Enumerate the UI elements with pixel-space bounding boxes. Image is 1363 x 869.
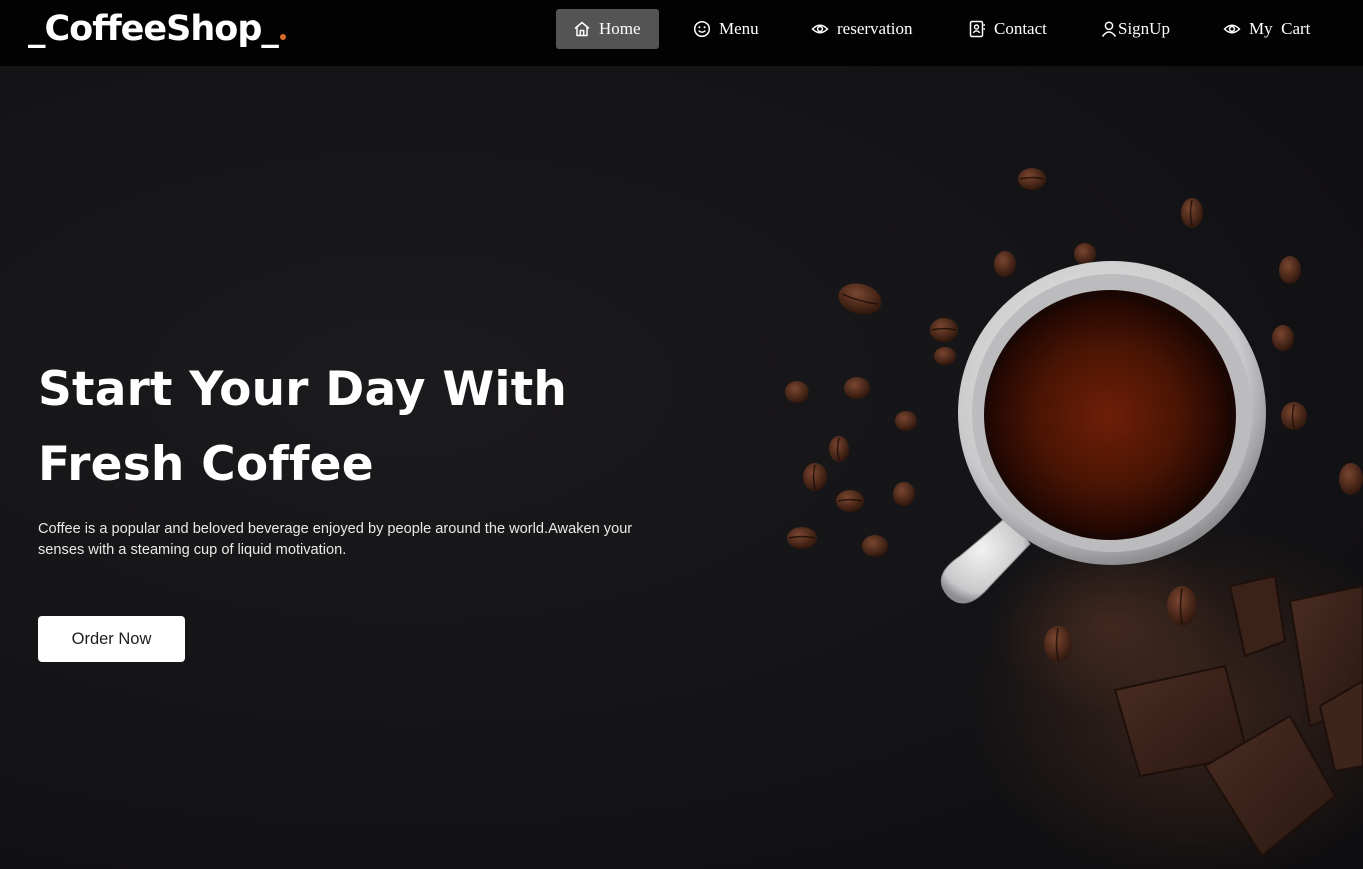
page: _CoffeeShop_ Home Menu reservation Conta — [0, 0, 1363, 869]
hero-description: Coffee is a popular and beloved beverage… — [38, 521, 633, 558]
nav-item-label: Menu — [719, 19, 759, 38]
nav-item-contact[interactable]: Contact — [968, 9, 1047, 49]
nav-item-label: reservation — [837, 19, 913, 38]
home-icon — [573, 20, 591, 38]
contact-book-icon — [968, 20, 986, 38]
eye-icon — [1223, 20, 1241, 38]
nav-item-label: Home — [599, 19, 641, 38]
navbar: _CoffeeShop_ Home Menu reservation Conta — [0, 0, 1363, 66]
brand-logo[interactable]: _CoffeeShop_ — [28, 7, 286, 51]
nav-item-signup[interactable]: SignUp — [1100, 9, 1170, 49]
nav-item-reservation[interactable]: reservation — [811, 9, 913, 49]
hero-section: Start Your Day With Fresh Coffee Coffee … — [0, 66, 1363, 869]
user-icon — [1100, 20, 1118, 38]
nav-item-label: Contact — [994, 19, 1047, 38]
eye-icon — [811, 20, 829, 38]
nav-item-home[interactable]: Home — [556, 9, 659, 49]
hero-title: Start Your Day With Fresh Coffee — [38, 362, 568, 492]
brand-logo-text: _CoffeeShop_ — [28, 9, 279, 49]
order-now-button[interactable]: Order Now — [38, 616, 185, 662]
nav-item-menu[interactable]: Menu — [693, 9, 759, 49]
smile-icon — [693, 20, 711, 38]
brand-logo-dot — [279, 34, 286, 40]
nav-item-my-cart[interactable]: My Cart — [1223, 9, 1310, 49]
nav-item-label: My Cart — [1249, 19, 1311, 38]
nav-item-label: SignUp — [1118, 19, 1170, 38]
